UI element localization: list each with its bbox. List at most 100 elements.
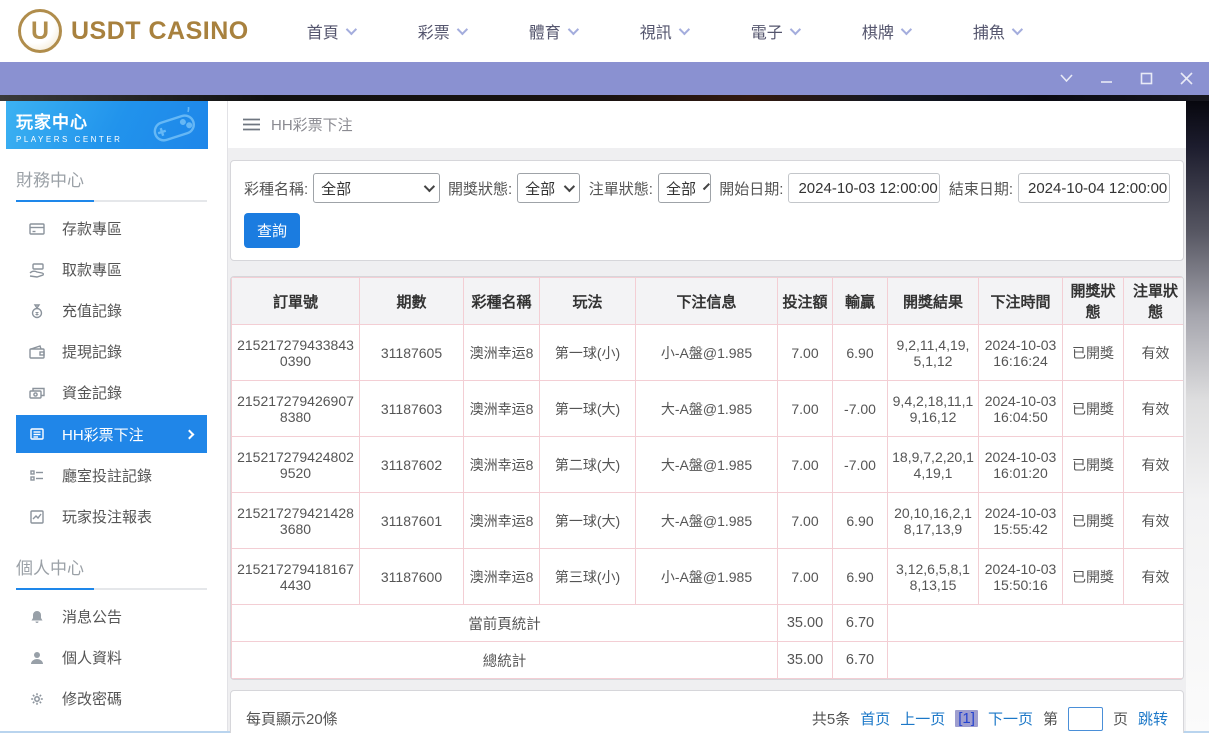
total-summary-row: 總統計 35.00 6.70 (232, 642, 1185, 679)
sidebar-item-announcements[interactable]: 消息公告 (16, 596, 207, 637)
prev-page-link[interactable]: 上一页 (900, 708, 945, 729)
chevron-down-icon (346, 24, 357, 35)
end-date-label: 結束日期: (949, 178, 1013, 199)
next-page-link[interactable]: 下一页 (988, 708, 1033, 729)
chevron-down-icon (703, 183, 710, 190)
players-center-header: 玩家中心 PLAYERS CENTER (6, 101, 208, 149)
usdt-logo-icon: U (18, 9, 62, 53)
sidebar-item-deposit[interactable]: 存款專區 (16, 208, 207, 249)
col-header-order-status: 注單狀態 (1124, 278, 1185, 325)
money-bag-icon (29, 303, 45, 319)
page-summary-row: 當前頁統計 35.00 6.70 (232, 605, 1185, 642)
current-page-badge: [1] (955, 710, 978, 727)
total-summary-winloss: 6.70 (833, 642, 888, 679)
end-date-input[interactable]: 2024-10-04 12:00:00 (1018, 173, 1170, 203)
nav-item-video[interactable]: 視訊 (640, 19, 687, 43)
col-header-win-loss: 輸贏 (833, 278, 888, 325)
sidebar-item-player-bet-report[interactable]: 玩家投注報表 (16, 496, 207, 537)
jump-suffix-label: 页 (1113, 708, 1128, 729)
brand-name: USDT CASINO (71, 17, 249, 46)
gear-icon (29, 691, 45, 707)
ticket-list-icon (29, 426, 45, 442)
window-minimize-icon[interactable] (1099, 72, 1113, 86)
table-row: 2152172794269078380 31187603 澳洲幸运8 第一球(大… (232, 381, 1185, 437)
search-button[interactable]: 查詢 (244, 213, 300, 248)
window-collapse-icon[interactable] (1059, 72, 1073, 86)
jump-prefix-label: 第 (1043, 708, 1058, 729)
sidebar-item-change-password[interactable]: 修改密碼 (16, 678, 207, 719)
nav-item-lottery[interactable]: 彩票 (418, 19, 465, 43)
sidebar-item-recharge-record[interactable]: 充值記錄 (16, 290, 207, 331)
clipboard-list-icon (29, 468, 45, 484)
col-header-bet-time: 下注時間 (979, 278, 1063, 325)
nav-item-fishing[interactable]: 捕魚 (973, 19, 1020, 43)
chevron-down-icon (568, 24, 579, 35)
col-header-bet-amount: 投注額 (778, 278, 833, 325)
window-close-icon[interactable] (1179, 72, 1193, 86)
section-divider (16, 200, 207, 202)
sidebar-item-room-bet-record[interactable]: 廳室投註記錄 (16, 455, 207, 496)
order-status-label: 注單狀態: (589, 178, 653, 199)
pagination-controls: 共5条 首页 上一页 [1] 下一页 第 页 跳转 (812, 707, 1168, 731)
filter-panel: 彩種名稱: 全部 開獎狀態: 全部 注單狀態: (230, 160, 1184, 261)
page-summary-amount: 35.00 (778, 605, 833, 642)
breadcrumb-bar: HH彩票下注 (228, 101, 1186, 148)
start-date-input[interactable]: 2024-10-03 12:00:00 (788, 173, 940, 203)
site-header: U USDT CASINO 首頁 彩票 體育 視訊 電子 棋牌 捕魚 (0, 0, 1209, 62)
sidebar-item-withdrawal-record[interactable]: 提現記錄 (16, 331, 207, 372)
report-chart-icon (29, 509, 45, 525)
section-title-finance: 財務中心 (16, 166, 207, 191)
bank-card-icon (29, 221, 45, 237)
first-page-link[interactable]: 首页 (860, 708, 890, 729)
col-header-bet-info: 下注信息 (636, 278, 778, 325)
chevron-down-icon (901, 24, 912, 35)
nav-item-boardgames[interactable]: 棋牌 (862, 19, 909, 43)
sidebar: 玩家中心 PLAYERS CENTER 財務中心 (0, 101, 228, 731)
jump-link[interactable]: 跳转 (1138, 708, 1168, 729)
gamepad-icon (148, 107, 200, 147)
wallet-icon (29, 344, 45, 360)
draw-status-label: 開獎狀態: (448, 178, 512, 199)
bell-icon (29, 609, 45, 625)
section-divider (16, 588, 207, 590)
window-maximize-icon[interactable] (1139, 72, 1153, 86)
chevron-down-icon (564, 181, 575, 192)
brand-logo[interactable]: U USDT CASINO (18, 9, 249, 53)
chevron-down-icon (457, 24, 468, 35)
chevron-right-icon (185, 429, 195, 439)
lottery-name-label: 彩種名稱: (244, 178, 308, 199)
col-header-draw-status: 開獎狀態 (1063, 278, 1124, 325)
lottery-name-select[interactable]: 全部 (313, 173, 439, 203)
finance-menu: 存款專區 取款專區 充值記錄 提現記錄 (16, 208, 207, 537)
start-date-label: 開始日期: (719, 178, 783, 199)
col-header-play-type: 玩法 (540, 278, 636, 325)
sidebar-item-hh-lottery-bets[interactable]: HH彩票下注 (16, 415, 207, 453)
breadcrumb: HH彩票下注 (271, 114, 353, 135)
bets-table: 訂單號 期數 彩種名稱 玩法 下注信息 投注額 輸贏 開獎結果 下注時間 開獎狀… (231, 277, 1184, 679)
table-header-row: 訂單號 期數 彩種名稱 玩法 下注信息 投注額 輸贏 開獎結果 下注時間 開獎狀… (232, 278, 1185, 325)
order-status-select[interactable]: 全部 (658, 173, 711, 203)
page-summary-label: 當前頁統計 (232, 605, 778, 642)
person-icon (29, 650, 45, 666)
col-header-draw-result: 開獎結果 (888, 278, 979, 325)
col-header-lottery-name: 彩種名稱 (464, 278, 540, 325)
nav-item-slots[interactable]: 電子 (751, 19, 798, 43)
chevron-down-icon (1012, 24, 1023, 35)
nav-item-sports[interactable]: 體育 (529, 19, 576, 43)
main-content: HH彩票下注 彩種名稱: 全部 開獎狀態: 全部 (228, 101, 1186, 731)
pagination-bar: 每頁顯示20條 共5条 首页 上一页 [1] 下一页 第 页 跳转 (230, 690, 1184, 733)
total-summary-label: 總統計 (232, 642, 778, 679)
nav-item-home[interactable]: 首頁 (307, 19, 354, 43)
app-window: U USDT CASINO 首頁 彩票 體育 視訊 電子 棋牌 捕魚 (0, 0, 1209, 733)
table-row: 2152172794248029520 31187602 澳洲幸运8 第二球(大… (232, 437, 1185, 493)
col-header-period: 期數 (360, 278, 464, 325)
background-gradient-strip (1186, 101, 1209, 731)
draw-status-select[interactable]: 全部 (517, 173, 580, 203)
hand-money-icon (29, 262, 45, 278)
sidebar-item-funds-record[interactable]: 資金記錄 (16, 372, 207, 413)
hamburger-menu-icon[interactable] (243, 118, 260, 131)
sidebar-item-withdraw[interactable]: 取款專區 (16, 249, 207, 290)
sidebar-item-profile[interactable]: 個人資料 (16, 637, 207, 678)
page-number-input[interactable] (1068, 707, 1103, 731)
table-row: 2152172794181674430 31187600 澳洲幸运8 第三球(小… (232, 549, 1185, 605)
